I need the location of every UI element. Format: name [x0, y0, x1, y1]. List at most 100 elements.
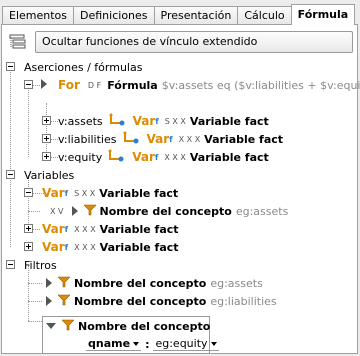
filter-icon — [57, 294, 71, 309]
toolbar: Ocultar funciones de vínculo extendido — [7, 30, 353, 54]
tree-connector — [28, 301, 42, 302]
var-label: Variable fact — [189, 150, 269, 164]
filter-icon — [82, 204, 97, 219]
var-name: v:assets — [58, 114, 103, 128]
chevron-down-icon — [133, 341, 140, 346]
qname-value-selector[interactable]: eg:equity — [153, 337, 219, 351]
var-flags: X X X — [74, 242, 96, 252]
tab-bar: Elementos Definiciones Presentación Cálc… — [2, 4, 356, 25]
expand-icon[interactable] — [42, 152, 51, 161]
expand-right-arrow-icon[interactable] — [46, 296, 52, 306]
var-keyword: Var — [42, 186, 65, 200]
hide-extended-link-functions-button[interactable]: Ocultar funciones de vínculo extendido — [35, 31, 353, 53]
tree-connector — [28, 85, 29, 157]
filters-label: Filtros — [24, 258, 57, 272]
var-keyword: Var — [42, 222, 65, 236]
var-name: v:liabilities — [58, 132, 117, 146]
arc-link-icon — [109, 113, 127, 130]
var-label: Variable fact — [99, 240, 179, 254]
collapse-icon[interactable] — [6, 62, 15, 71]
tree-connector — [10, 67, 11, 247]
expand-icon[interactable] — [24, 242, 33, 251]
var-flags: X X X — [164, 152, 186, 162]
tree-node-filters[interactable]: Filtros — [6, 256, 57, 274]
tree-connector — [28, 211, 40, 212]
var-flags: S X X — [164, 116, 186, 126]
qname-row: qname : eg:equity — [86, 335, 219, 353]
expand-icon[interactable] — [24, 224, 33, 233]
var-keyword: Var — [42, 240, 65, 254]
var-label: Variable fact — [99, 222, 179, 236]
formula-flags: D F — [87, 80, 102, 90]
filter-flags: X V — [50, 206, 64, 216]
filter-icon — [57, 276, 71, 291]
tab-formula[interactable]: Fórmula — [290, 4, 356, 25]
filter-label: Nombre del concepto — [74, 294, 207, 308]
var-label: Variable fact — [204, 132, 284, 146]
filter-label: Nombre del concepto — [78, 319, 211, 333]
expand-icon[interactable] — [42, 134, 51, 143]
var-subscript: f — [64, 188, 69, 198]
tree-connector — [28, 283, 42, 284]
tree-connector — [28, 321, 42, 322]
var-subscript: f — [64, 224, 69, 234]
expand-right-arrow-icon — [41, 79, 47, 89]
tree-node-variables[interactable]: Variables — [6, 166, 74, 184]
var-subscript: f — [155, 116, 159, 126]
var-flags: S X X — [74, 188, 96, 198]
assertions-label: Aserciones / fórmulas — [24, 60, 143, 74]
tree-node-filter[interactable]: Nombre del concepto eg:assets — [46, 274, 263, 292]
qname-label: qname — [88, 337, 131, 350]
arc-link-icon — [108, 149, 126, 166]
variables-label: Variables — [24, 168, 75, 182]
tree-node-formula[interactable]: For D F Fórmula $v:assets eq ($v:liabili… — [24, 76, 360, 94]
formula-label: Fórmula — [107, 78, 158, 92]
expand-right-arrow-icon[interactable] — [71, 206, 78, 216]
filter-value: eg:assets — [235, 204, 289, 218]
filter-label: Nombre del concepto — [99, 204, 232, 218]
var-subscript: f — [169, 134, 173, 144]
collapse-icon[interactable] — [24, 80, 33, 89]
expand-right-arrow-icon[interactable] — [46, 278, 52, 288]
var-keyword: Var — [132, 150, 155, 164]
filter-value: eg:assets — [210, 276, 263, 290]
var-label: Variable fact — [189, 114, 269, 128]
var-name: v:equity — [58, 150, 103, 164]
chevron-down-icon — [210, 341, 217, 346]
formula-expression: $v:assets eq ($v:liabilities + $v:equity… — [161, 78, 360, 92]
tree-node-concept-filter[interactable]: X V Nombre del concepto eg:assets — [50, 202, 288, 220]
qname-selector[interactable]: qname — [86, 337, 142, 351]
collapse-icon[interactable] — [24, 188, 33, 197]
tree-node-filter-expanded[interactable]: Nombre del concepto — [46, 317, 210, 335]
var-subscript: f — [154, 152, 159, 162]
expand-icon[interactable] — [42, 116, 51, 125]
formula-panel: Ocultar funciones de vínculo extendido A… — [1, 24, 360, 354]
tab-calculo[interactable]: Cálculo — [237, 6, 292, 25]
qname-value: eg:equity — [155, 337, 208, 350]
tab-elementos[interactable]: Elementos — [2, 6, 75, 25]
tree-node-assertions[interactable]: Aserciones / fórmulas — [6, 58, 142, 76]
tree-node-var-equity[interactable]: v:equity Var f X X X Variable fact — [42, 148, 269, 166]
filter-value: eg:liabilities — [210, 294, 277, 308]
formula-window: Elementos Definiciones Presentación Cálc… — [0, 0, 360, 356]
var-flags: X X X — [178, 134, 201, 144]
tree-node-var-assets[interactable]: v:assets Var f S X X Variable fact — [42, 112, 269, 130]
tab-definiciones[interactable]: Definiciones — [73, 6, 155, 25]
tree-node-variable[interactable]: Var f X X X Variable fact — [24, 220, 179, 238]
filter-icon — [61, 319, 75, 334]
var-flags: X X X — [74, 224, 96, 234]
tree-node-var-liabilities[interactable]: v:liabilities Var f X X X Variable fact — [42, 130, 283, 148]
var-subscript: f — [64, 242, 69, 252]
tree-node-filter[interactable]: Nombre del concepto eg:liabilities — [46, 292, 277, 310]
collapse-icon[interactable] — [6, 260, 15, 269]
collapse-icon[interactable] — [6, 170, 15, 179]
tree-node-variable[interactable]: Var f X X X Variable fact — [24, 238, 179, 256]
collapse-down-arrow-icon[interactable] — [46, 323, 56, 329]
var-keyword: Var — [146, 132, 170, 146]
var-keyword: Var — [132, 114, 156, 128]
var-label: Variable fact — [99, 186, 179, 200]
tree-node-variable[interactable]: Var f S X X Variable fact — [24, 184, 178, 202]
tree-view-icon[interactable] — [7, 31, 29, 53]
arc-link-icon — [123, 131, 141, 148]
tab-presentacion[interactable]: Presentación — [153, 6, 239, 25]
